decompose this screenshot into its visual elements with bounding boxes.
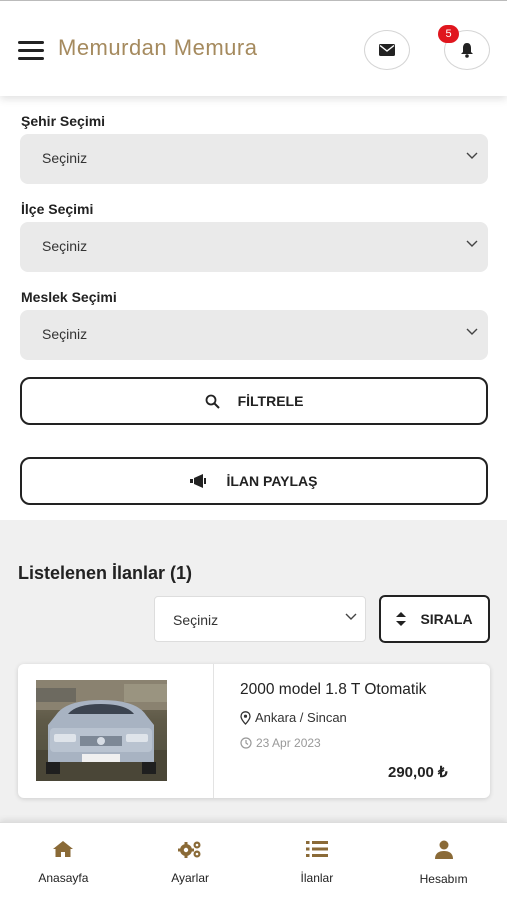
- listing-card[interactable]: 2000 model 1.8 T Otomatik Ankara / Sinca…: [18, 664, 490, 798]
- profession-select-value: Seçiniz: [42, 326, 88, 342]
- nav-label-settings: Ayarlar: [171, 871, 210, 885]
- district-select[interactable]: Seçiniz: [20, 222, 488, 272]
- messages-button[interactable]: [364, 30, 410, 70]
- app-header: Memurdan Memura 5: [0, 0, 507, 96]
- listings-title: Listelenen İlanlar (1): [18, 563, 193, 583]
- chevron-down-icon: [345, 613, 357, 620]
- chevron-down-icon: [466, 240, 478, 247]
- share-listing-label: İLAN PAYLAŞ: [226, 473, 318, 489]
- bell-icon: [461, 43, 473, 58]
- chevron-down-icon: [466, 152, 478, 159]
- district-select-value: Seçiniz: [42, 238, 88, 254]
- map-pin-icon: [240, 710, 251, 725]
- city-select-value: Seçiniz: [42, 150, 88, 166]
- profession-label: Meslek Seçimi: [21, 289, 117, 305]
- nav-item-account[interactable]: Hesabım: [380, 823, 507, 900]
- filter-button[interactable]: FİLTRELE: [20, 377, 488, 425]
- bottom-navigation: Anasayfa Ayarlar İlanlar Hesabım: [0, 822, 507, 900]
- listing-photo[interactable]: [36, 680, 167, 781]
- user-icon: [434, 840, 453, 859]
- district-label: İlçe Seçimi: [21, 201, 94, 217]
- nav-label-account: Hesabım: [419, 872, 468, 886]
- megaphone-icon: [190, 474, 207, 488]
- city-label: Şehir Seçimi: [21, 113, 106, 129]
- nav-label-home: Anasayfa: [38, 871, 89, 885]
- home-icon: [53, 841, 74, 857]
- car-photo: [36, 680, 167, 781]
- sort-button-label: SIRALA: [420, 611, 473, 627]
- listing-price: 290,00 ₺: [388, 764, 448, 781]
- nav-item-settings[interactable]: Ayarlar: [127, 823, 254, 900]
- filter-button-label: FİLTRELE: [237, 393, 304, 409]
- chevron-down-icon: [466, 328, 478, 335]
- menu-icon[interactable]: [18, 41, 44, 61]
- app-title: Memurdan Memura: [58, 35, 258, 60]
- listing-date-text: 23 Apr 2023: [256, 736, 321, 750]
- clock-icon: [240, 737, 252, 749]
- envelope-icon: [379, 44, 395, 56]
- listing-location: Ankara / Sincan: [240, 710, 347, 725]
- gears-icon: [178, 841, 201, 858]
- listing-date: 23 Apr 2023: [240, 736, 321, 750]
- sort-select-value: Seçiniz: [173, 612, 219, 628]
- listing-location-text: Ankara / Sincan: [255, 710, 347, 725]
- nav-label-listings: İlanlar: [300, 871, 334, 885]
- profession-select[interactable]: Seçiniz: [20, 310, 488, 360]
- share-listing-button[interactable]: İLAN PAYLAŞ: [20, 457, 488, 505]
- list-icon: [305, 841, 328, 857]
- listing-title[interactable]: 2000 model 1.8 T Otomatik: [240, 681, 426, 699]
- nav-item-listings[interactable]: İlanlar: [254, 823, 381, 900]
- sort-button[interactable]: SIRALA: [379, 595, 490, 643]
- notification-badge: 5: [438, 25, 459, 43]
- city-select[interactable]: Seçiniz: [20, 134, 488, 184]
- nav-item-home[interactable]: Anasayfa: [0, 823, 127, 900]
- sort-select[interactable]: Seçiniz: [154, 596, 366, 642]
- search-icon: [205, 394, 220, 409]
- sort-icon: [396, 612, 407, 626]
- card-divider: [213, 664, 214, 798]
- filter-panel: Şehir Seçimi Seçiniz İlçe Seçimi Seçiniz…: [0, 96, 507, 520]
